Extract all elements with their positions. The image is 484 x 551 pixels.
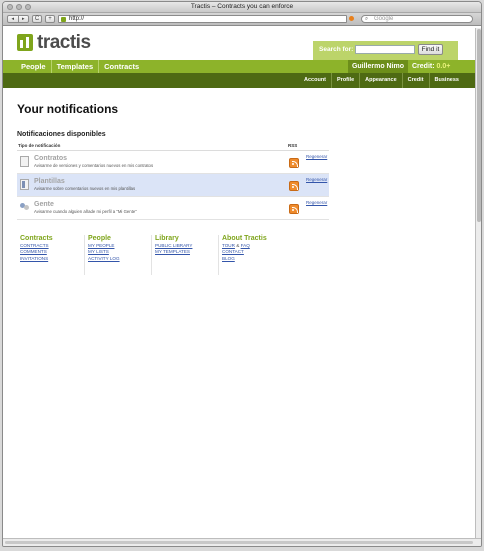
footer-link-blog[interactable]: BLOG: [222, 256, 284, 261]
notification-table-header: Tipo de notificación RSS: [17, 142, 329, 151]
footer-heading: Contracts: [20, 235, 53, 242]
horizontal-scrollbar[interactable]: [3, 538, 481, 546]
subnav-item-profile[interactable]: Profile: [332, 73, 361, 88]
vertical-scrollbar[interactable]: [475, 28, 481, 538]
footer-tour-faq: TOUR & FAQ: [222, 243, 284, 248]
notification-row-gente: Gente Avisarme cuando alguien añade mi p…: [17, 197, 329, 220]
subnav-item-business[interactable]: Business: [430, 73, 464, 88]
forward-button[interactable]: ▸: [19, 16, 29, 22]
nav-item-contracts[interactable]: Contracts: [99, 60, 144, 73]
nav-buttons: ◂ ▸ C +: [7, 15, 55, 23]
footer-column-about: About Tractis TOUR & FAQ CONTACT BLOG: [218, 235, 284, 275]
user-name[interactable]: Guillermo Nimo: [348, 60, 408, 73]
find-it-button[interactable]: Find it: [418, 44, 443, 55]
template-icon: [20, 179, 29, 190]
subnav-item-appearance[interactable]: Appearance: [360, 73, 403, 88]
title-bar: Tractis – Contracts you can enforce: [3, 2, 481, 13]
footer-column-contracts: Contracts CONTRACTS COMMENTS INVITATIONS: [17, 235, 83, 275]
page-viewport: tractis Search for: Find it People Templ…: [3, 28, 476, 538]
footer-column-people: People MY PEOPLE MY LISTS ACTIVITY LOG: [84, 235, 150, 275]
search-icon: ⌕: [365, 16, 369, 22]
add-bookmark-button[interactable]: +: [45, 15, 55, 23]
column-header-rss: RSS: [288, 143, 298, 148]
footer-link-contact[interactable]: CONTACT: [222, 249, 284, 254]
regenerate-link[interactable]: Regenerar: [306, 154, 327, 159]
section-title: Notificaciones disponibles: [17, 131, 106, 138]
credit-amount: 0.0+: [436, 63, 451, 70]
main-content: Your notifications Notificaciones dispon…: [3, 88, 476, 275]
rss-icon[interactable]: [349, 16, 354, 21]
window-title: Tractis – Contracts you can enforce: [190, 3, 294, 10]
footer-heading: Library: [155, 235, 179, 242]
footer-link-my-templates[interactable]: MY TEMPLATES: [155, 249, 217, 254]
site-search-label: Search for:: [319, 46, 354, 53]
regenerate-link[interactable]: Regenerar: [306, 200, 327, 205]
browser-window: Tractis – Contracts you can enforce ◂ ▸ …: [2, 1, 482, 547]
account-sub-nav: Account Profile Appearance Credit Busine…: [3, 73, 476, 88]
people-icon: [20, 202, 29, 213]
regenerate-link[interactable]: Regenerar: [306, 177, 327, 182]
favicon-icon: [61, 17, 66, 22]
rss-feed-icon[interactable]: [289, 204, 299, 214]
horizontal-scroll-thumb[interactable]: [5, 541, 473, 544]
footer-heading: About Tractis: [222, 235, 267, 242]
main-nav: People Templates Contracts Guillermo Nim…: [3, 60, 476, 73]
site-header: tractis Search for: Find it: [3, 28, 476, 60]
column-header-type: Tipo de notificación: [18, 143, 61, 148]
footer-column-library: Library PUBLIC LIBRARY MY TEMPLATES: [151, 235, 217, 275]
footer-link-tour[interactable]: TOUR: [222, 243, 235, 248]
footer-link-activity-log[interactable]: ACTIVITY LOG: [88, 256, 150, 261]
back-button[interactable]: ◂: [8, 16, 19, 22]
notification-description: Avisarme de versiones y comentarios nuev…: [34, 163, 154, 168]
tractis-logo-icon[interactable]: [17, 34, 33, 51]
nav-item-people[interactable]: People: [17, 60, 52, 73]
credit-display[interactable]: Credit: 0.0+: [412, 60, 450, 73]
vertical-scroll-thumb[interactable]: [477, 29, 481, 222]
address-bar[interactable]: http://: [58, 15, 347, 23]
page-title: Your notifications: [17, 102, 119, 116]
site-search-input[interactable]: [355, 45, 415, 54]
footer-link-public-library[interactable]: PUBLIC LIBRARY: [155, 243, 217, 248]
notification-row-contratos: Contratos Avisarme de versiones y coment…: [17, 151, 329, 174]
rss-feed-icon[interactable]: [289, 158, 299, 168]
footer-link-contracts[interactable]: CONTRACTS: [20, 243, 83, 248]
footer-link-comments[interactable]: COMMENTS: [20, 249, 83, 254]
subnav-item-credit[interactable]: Credit: [403, 73, 430, 88]
document-icon: [20, 156, 29, 167]
footer-link-my-people[interactable]: MY PEOPLE: [88, 243, 150, 248]
notification-name: Gente: [34, 201, 54, 208]
notification-description: Avisarme cuando alguien añade mi perfil …: [34, 209, 137, 214]
site-footer: Contracts CONTRACTS COMMENTS INVITATIONS…: [17, 235, 462, 275]
address-text: http://: [69, 16, 85, 22]
notification-name: Plantillas: [34, 178, 65, 185]
footer-heading: People: [88, 235, 111, 242]
footer-link-faq[interactable]: FAQ: [241, 243, 250, 248]
browser-toolbar: ◂ ▸ C + http:// ⌕ Google: [3, 13, 481, 26]
notification-name: Contratos: [34, 155, 68, 162]
reload-button[interactable]: C: [32, 15, 42, 23]
logo-text[interactable]: tractis: [37, 32, 91, 54]
notification-row-plantillas: Plantillas Avisarme sobre comentarios nu…: [17, 174, 329, 197]
browser-search-placeholder: Google: [374, 16, 394, 22]
nav-item-templates[interactable]: Templates: [52, 60, 100, 73]
credit-label: Credit:: [412, 63, 435, 70]
site-search-box: Search for: Find it: [313, 41, 458, 60]
notification-description: Avisarme sobre comentarios nuevos en mis…: [34, 186, 136, 191]
footer-ampersand: &: [236, 243, 240, 249]
footer-link-my-lists[interactable]: MY LISTS: [88, 249, 150, 254]
back-forward-buttons: ◂ ▸: [7, 15, 29, 23]
subnav-item-account[interactable]: Account: [299, 73, 333, 88]
rss-feed-icon[interactable]: [289, 181, 299, 191]
footer-link-invitations[interactable]: INVITATIONS: [20, 256, 83, 261]
browser-search-field[interactable]: ⌕ Google: [361, 15, 473, 23]
